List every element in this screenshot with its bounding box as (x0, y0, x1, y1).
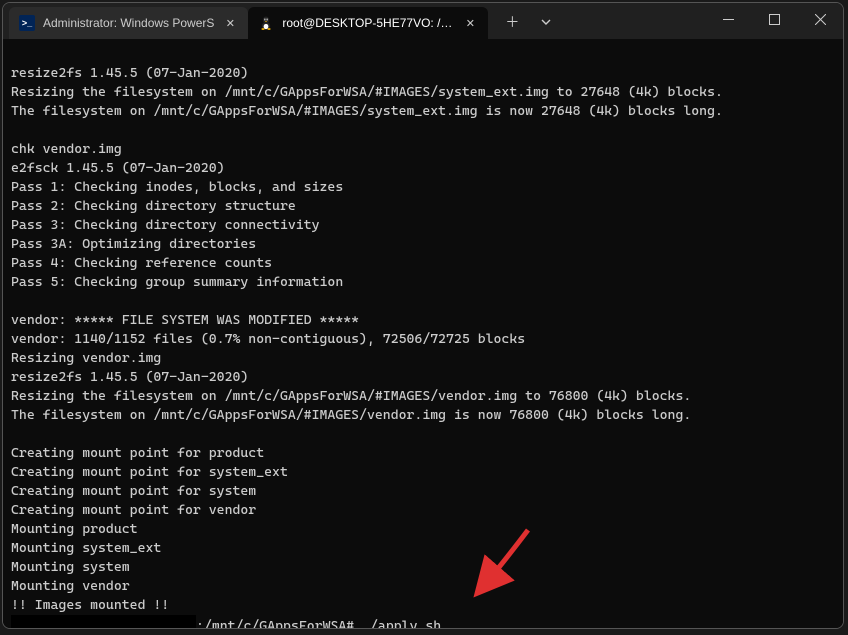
close-icon[interactable]: ✕ (222, 15, 238, 31)
redacted-hostname (11, 615, 196, 628)
titlebar[interactable]: >_ Administrator: Windows PowerS ✕ root@… (3, 3, 843, 39)
tab-label: Administrator: Windows PowerS (43, 16, 214, 30)
close-button[interactable] (797, 3, 843, 35)
minimize-button[interactable] (705, 3, 751, 35)
new-tab-button[interactable]: ＋ (496, 6, 528, 38)
tab-linux[interactable]: root@DESKTOP-5HE77VO: /mnt ✕ (248, 7, 488, 39)
terminal-output: resize2fs 1.45.5 (07-Jan-2020) Resizing … (11, 64, 835, 615)
prompt-command: ./apply.sh (354, 617, 441, 628)
powershell-icon: >_ (19, 15, 35, 31)
tab-strip: >_ Administrator: Windows PowerS ✕ root@… (3, 3, 488, 39)
window-controls (705, 3, 843, 39)
tux-icon (258, 15, 274, 31)
prompt-line: :/mnt/c/GAppsForWSA# ./apply.sh (11, 615, 835, 628)
tab-actions: ＋ (488, 3, 562, 39)
terminal-window: >_ Administrator: Windows PowerS ✕ root@… (2, 2, 844, 629)
tab-label: root@DESKTOP-5HE77VO: /mnt (282, 16, 454, 30)
prompt-path: :/mnt/c/GAppsForWSA# (196, 617, 354, 628)
terminal-content[interactable]: resize2fs 1.45.5 (07-Jan-2020) Resizing … (3, 39, 843, 628)
close-icon[interactable]: ✕ (462, 15, 478, 31)
maximize-button[interactable] (751, 3, 797, 35)
titlebar-drag-area[interactable] (562, 3, 705, 39)
tab-powershell[interactable]: >_ Administrator: Windows PowerS ✕ (9, 7, 248, 39)
tab-dropdown-button[interactable] (530, 6, 562, 38)
